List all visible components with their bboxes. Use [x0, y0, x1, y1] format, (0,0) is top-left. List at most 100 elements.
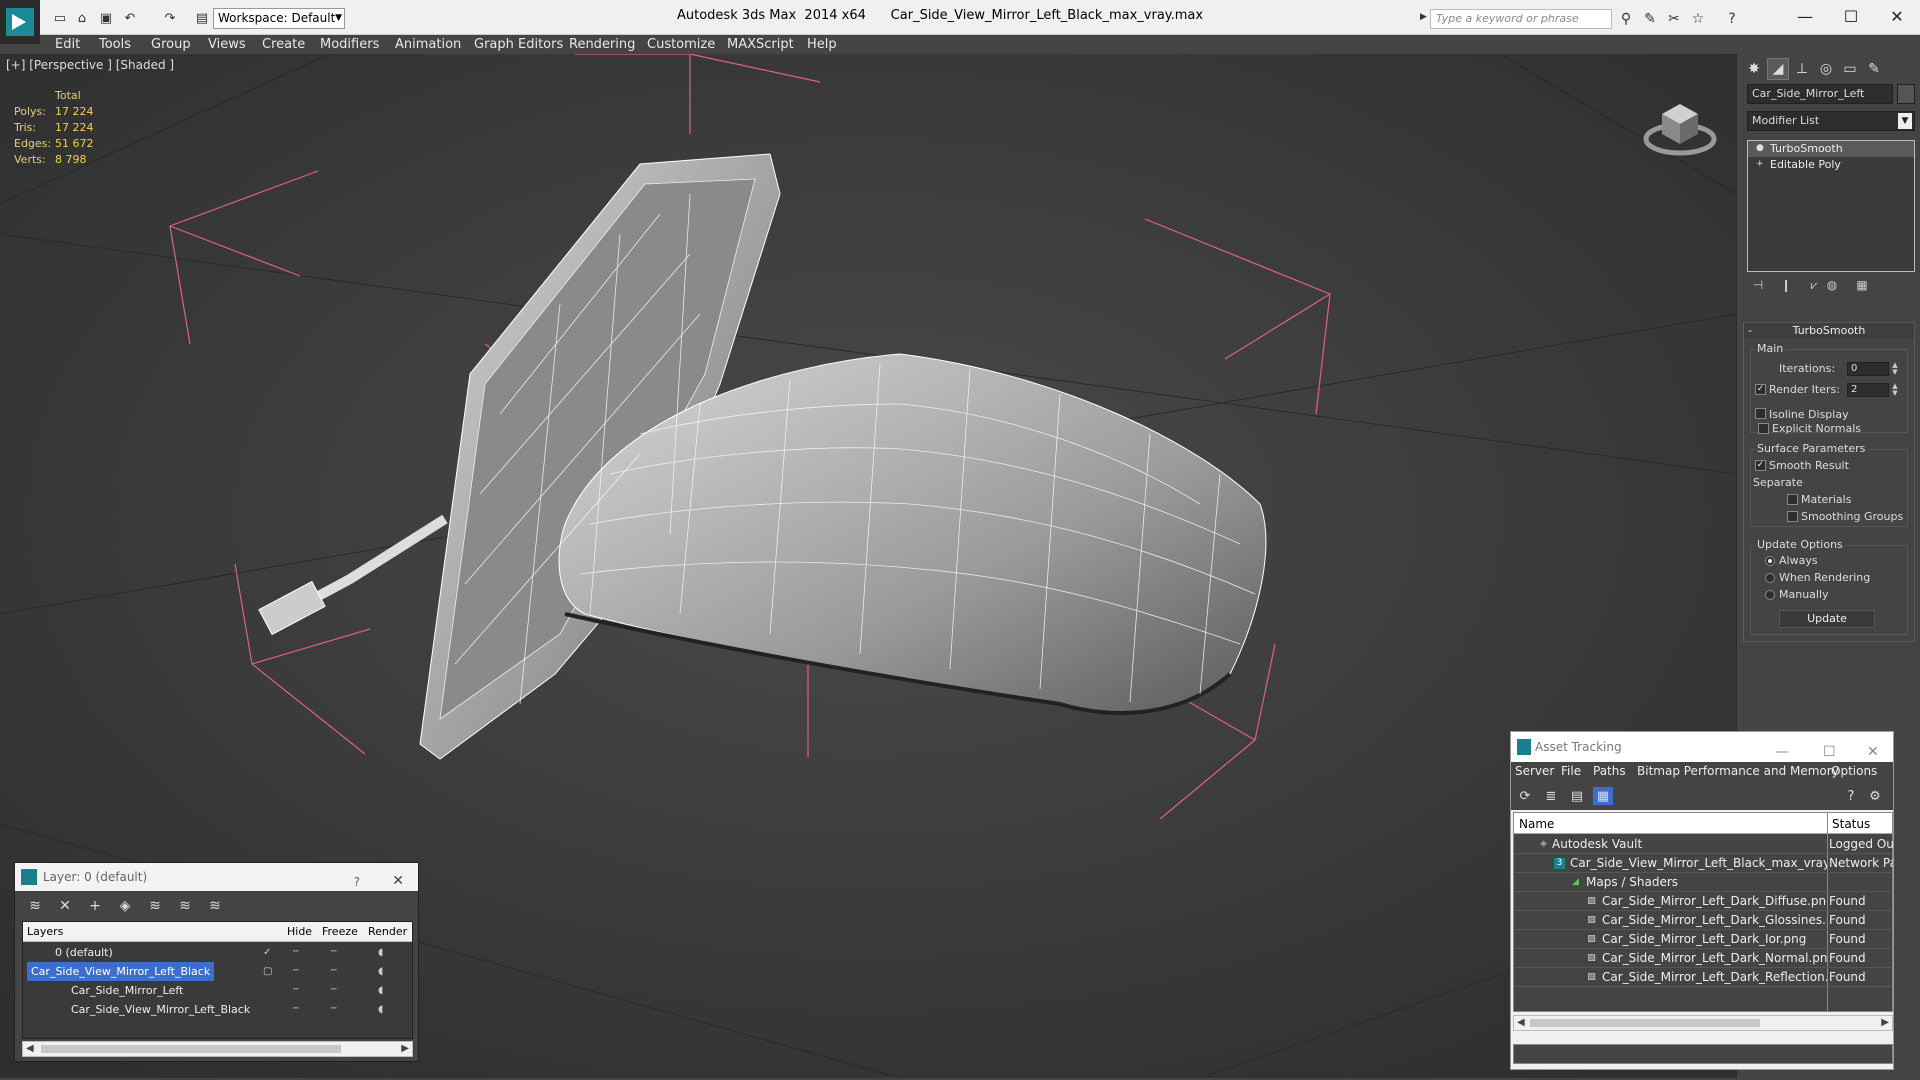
workspace-dropdown[interactable]: Workspace: Default ▼ [213, 8, 345, 29]
open-file-icon[interactable]: ⌂ [72, 9, 92, 27]
scroll-right-icon[interactable]: ▶ [401, 1043, 409, 1054]
menu-create[interactable]: Create [262, 35, 305, 54]
freeze-toggle[interactable]: ━ [331, 962, 336, 981]
stack-item-editable-poly[interactable]: + Editable Poly [1748, 157, 1914, 173]
menu-animation[interactable]: Animation [395, 35, 461, 54]
dialog-title-bar[interactable]: Layer: 0 (default) ? ✕ [15, 863, 418, 891]
render-iters-checkbox[interactable]: ✓ [1755, 384, 1766, 395]
asset-row[interactable]: ▨ Car_Side_Mirror_Left_Dark_Ior.png Foun… [1514, 930, 1892, 949]
asset-row[interactable]: ▨ Car_Side_Mirror_Left_Dark_Normal.png F… [1514, 949, 1892, 968]
menu-server[interactable]: Server [1515, 764, 1554, 778]
asset-row[interactable]: ▨ Car_Side_Mirror_Left_Dark_Diffuse.png … [1514, 892, 1892, 911]
new-file-icon[interactable]: ▭ [50, 9, 70, 27]
expand-plus-icon[interactable]: + [1756, 160, 1765, 169]
subscription-icon[interactable]: ✎ [1640, 9, 1660, 29]
remove-modifier-icon[interactable]: ◍ [1823, 276, 1841, 294]
layer-row[interactable]: Car_Side_View_Mirror_Left_Black ▢ ━ ━ ◖ [23, 962, 412, 981]
highlight-layer-icon[interactable]: ≋ [145, 897, 165, 915]
render-column-header[interactable]: Render [368, 925, 407, 938]
menu-bitmap-performance[interactable]: Bitmap Performance and Memory [1637, 764, 1839, 778]
menu-group[interactable]: Group [151, 35, 191, 54]
asset-row[interactable]: ▨ Car_Side_Mirror_Left_Dark_Reflection.p… [1514, 968, 1892, 987]
menu-customize[interactable]: Customize [647, 35, 715, 54]
asset-row[interactable]: ▨ Car_Side_Mirror_Left_Dark_Glossines.pn… [1514, 911, 1892, 930]
materials-checkbox[interactable] [1787, 494, 1798, 505]
scroll-right-icon[interactable]: ▶ [1881, 1017, 1889, 1028]
menu-help[interactable]: Help [807, 35, 837, 54]
viewcube-icon[interactable] [1640, 84, 1720, 164]
isoline-checkbox[interactable] [1755, 408, 1766, 419]
always-radio[interactable] [1765, 556, 1775, 566]
refresh-icon[interactable]: ⟳ [1515, 787, 1535, 805]
create-layer-icon[interactable]: ≋ [25, 897, 45, 915]
viewport-label[interactable]: [+] [Perspective ] [Shaded ] [6, 58, 174, 72]
select-objects-icon[interactable]: ◈ [115, 897, 135, 915]
freeze-toggle[interactable]: ━ [331, 943, 336, 962]
delete-layer-icon[interactable]: ✕ [55, 897, 75, 915]
manually-radio[interactable] [1765, 590, 1775, 600]
hide-toggle[interactable]: ━ [293, 981, 298, 1000]
search-expand-icon[interactable]: ▶ [1420, 12, 1427, 22]
display-tab-icon[interactable]: ▭ [1839, 58, 1861, 80]
smoothing-groups-checkbox[interactable] [1787, 511, 1798, 522]
spinner-arrows-icon[interactable]: ▲ ▼ [1891, 362, 1899, 376]
communication-icon[interactable]: ✂ [1664, 9, 1684, 29]
search-input[interactable]: Type a keyword or phrase [1430, 9, 1612, 29]
configure-sets-icon[interactable]: ▦ [1853, 276, 1871, 294]
iterations-spinner[interactable]: 0 [1847, 362, 1889, 376]
menu-views[interactable]: Views [208, 35, 246, 54]
horizontal-scrollbar[interactable]: ◀ ▶ [1513, 1015, 1893, 1031]
hide-toggle[interactable]: ━ [293, 962, 298, 981]
render-teapot-icon[interactable]: ◖ [378, 981, 383, 1000]
maximize-button[interactable]: ☐ [1828, 3, 1874, 29]
hide-all-icon[interactable]: ≋ [175, 897, 195, 915]
menu-options[interactable]: Options [1831, 764, 1877, 778]
scroll-left-icon[interactable]: ◀ [1517, 1017, 1525, 1028]
explicit-normals-checkbox[interactable] [1758, 423, 1769, 434]
tree-view-icon[interactable]: ▤ [1567, 787, 1587, 805]
freeze-toggle[interactable]: ━ [331, 1000, 336, 1019]
object-color-swatch[interactable] [1897, 84, 1915, 104]
save-file-icon[interactable]: ▣ [96, 9, 116, 27]
menu-tools[interactable]: Tools [99, 35, 131, 54]
modifier-list-dropdown[interactable]: Modifier List ▼ [1747, 111, 1915, 131]
stack-item-turbosmooth[interactable]: ● TurboSmooth [1748, 141, 1914, 157]
hide-toggle[interactable]: ━ [293, 943, 298, 962]
lightbulb-icon[interactable]: ● [1756, 144, 1765, 153]
hide-column-header[interactable]: Hide [287, 925, 312, 938]
pin-stack-icon[interactable]: ⊣ [1749, 276, 1767, 294]
menu-file[interactable]: File [1561, 764, 1581, 778]
horizontal-scrollbar[interactable]: ◀ ▶ [22, 1041, 413, 1057]
add-to-layer-icon[interactable]: + [85, 897, 105, 915]
scroll-left-icon[interactable]: ◀ [26, 1043, 34, 1054]
make-unique-icon[interactable]: ⩗ [1805, 276, 1823, 294]
asset-row[interactable]: ◢ Maps / Shaders [1514, 873, 1892, 892]
menu-maxscript[interactable]: MAXScript [727, 35, 794, 54]
smooth-result-checkbox[interactable]: ✓ [1755, 460, 1766, 471]
set-current-icon[interactable]: ▢ [263, 962, 272, 981]
modify-tab-icon[interactable]: ◢ [1767, 58, 1789, 80]
favorites-star-icon[interactable]: ☆ [1688, 9, 1708, 29]
table-view-icon[interactable]: ▦ [1593, 787, 1613, 805]
render-teapot-icon[interactable]: ◖ [378, 962, 383, 981]
render-teapot-icon[interactable]: ◖ [378, 1000, 383, 1019]
object-name-field[interactable]: Car_Side_Mirror_Left [1747, 84, 1893, 104]
utilities-tab-icon[interactable]: ✎ [1863, 58, 1885, 80]
freeze-column-header[interactable]: Freeze [322, 925, 358, 938]
binoculars-icon[interactable]: ⚲ [1616, 9, 1636, 29]
update-button[interactable]: Update [1779, 610, 1875, 628]
menu-rendering[interactable]: Rendering [569, 35, 635, 54]
rollout-header[interactable]: - TurboSmooth [1744, 323, 1914, 339]
menu-paths[interactable]: Paths [1593, 764, 1626, 778]
menu-modifiers[interactable]: Modifiers [320, 35, 379, 54]
motion-tab-icon[interactable]: ◎ [1815, 58, 1837, 80]
scroll-thumb[interactable] [1530, 1019, 1760, 1027]
render-iters-spinner[interactable]: 2 [1847, 383, 1889, 397]
asset-row[interactable]: 3 Car_Side_View_Mirror_Left_Black_max_vr… [1514, 854, 1893, 873]
undo-icon[interactable]: ↶ [120, 9, 140, 27]
settings-icon[interactable]: ⚙ [1865, 787, 1885, 805]
minimize-button[interactable]: — [1782, 3, 1828, 29]
help-icon[interactable]: ? [1722, 9, 1742, 29]
app-logo-button[interactable] [0, 0, 40, 44]
freeze-toggle[interactable]: ━ [331, 981, 336, 1000]
